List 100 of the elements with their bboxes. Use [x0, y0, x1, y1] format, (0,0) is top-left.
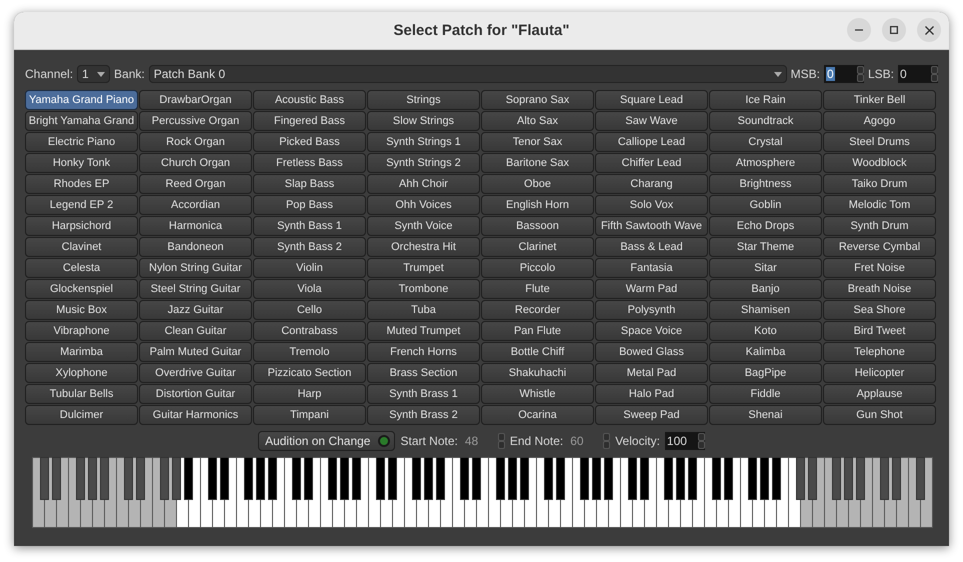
patch-button[interactable]: Shenai — [709, 405, 822, 425]
patch-button[interactable]: Bassoon — [481, 216, 594, 236]
patch-button[interactable]: Synth Brass 2 — [367, 405, 480, 425]
patch-button[interactable]: Saw Wave — [595, 111, 708, 131]
patch-button[interactable]: Polysynth — [595, 300, 708, 320]
patch-button[interactable]: Harmonica — [139, 216, 252, 236]
patch-button[interactable]: Picked Bass — [253, 132, 366, 152]
piano-keyboard-drawing[interactable] — [32, 457, 933, 528]
patch-button[interactable]: Rhodes EP — [25, 174, 138, 194]
patch-button[interactable]: Reed Organ — [139, 174, 252, 194]
patch-button[interactable]: Vibraphone — [25, 321, 138, 341]
patch-button[interactable]: Shakuhachi — [481, 363, 594, 383]
patch-button[interactable]: Breath Noise — [823, 279, 936, 299]
patch-button[interactable]: Legend EP 2 — [25, 195, 138, 215]
maximize-button[interactable] — [882, 18, 906, 42]
patch-button[interactable]: Guitar Harmonics — [139, 405, 252, 425]
patch-button[interactable]: Contrabass — [253, 321, 366, 341]
patch-button[interactable]: Fiddle — [709, 384, 822, 404]
patch-button[interactable]: Viola — [253, 279, 366, 299]
patch-button[interactable]: Agogo — [823, 111, 936, 131]
patch-button[interactable]: Clean Guitar — [139, 321, 252, 341]
patch-button[interactable]: Sea Shore — [823, 300, 936, 320]
patch-button[interactable]: Strings — [367, 90, 480, 110]
patch-button[interactable]: Pizzicato Section — [253, 363, 366, 383]
patch-button[interactable]: Bird Tweet — [823, 321, 936, 341]
patch-button[interactable]: Charang — [595, 174, 708, 194]
patch-button[interactable]: Distortion Guitar — [139, 384, 252, 404]
patch-button[interactable]: Violin — [253, 258, 366, 278]
patch-button[interactable]: Star Theme — [709, 237, 822, 257]
patch-button[interactable]: Music Box — [25, 300, 138, 320]
patch-button[interactable]: Synth Bass 1 — [253, 216, 366, 236]
patch-button[interactable]: Church Organ — [139, 153, 252, 173]
audition-toggle[interactable]: Audition on Change — [258, 431, 396, 451]
patch-button[interactable]: Space Voice — [595, 321, 708, 341]
patch-button[interactable]: Cello — [253, 300, 366, 320]
patch-button[interactable]: Bright Yamaha Grand — [25, 111, 138, 131]
patch-button[interactable]: Ocarina — [481, 405, 594, 425]
patch-button[interactable]: Chiffer Lead — [595, 153, 708, 173]
end-note-field[interactable]: 60 — [568, 432, 610, 450]
patch-button[interactable]: Nylon String Guitar — [139, 258, 252, 278]
patch-button[interactable]: Kalimba — [709, 342, 822, 362]
patch-button[interactable]: Harpsichord — [25, 216, 138, 236]
patch-button[interactable]: Honky Tonk — [25, 153, 138, 173]
patch-button[interactable]: Square Lead — [595, 90, 708, 110]
patch-button[interactable]: Fret Noise — [823, 258, 936, 278]
patch-button[interactable]: Warm Pad — [595, 279, 708, 299]
lsb-field[interactable]: 0 — [898, 65, 938, 83]
patch-button[interactable]: Halo Pad — [595, 384, 708, 404]
patch-button[interactable]: Rock Organ — [139, 132, 252, 152]
patch-button[interactable]: Recorder — [481, 300, 594, 320]
patch-button[interactable]: Synth Bass 2 — [253, 237, 366, 257]
patch-button[interactable]: Pan Flute — [481, 321, 594, 341]
patch-button[interactable]: Piccolo — [481, 258, 594, 278]
patch-button[interactable]: Pop Bass — [253, 195, 366, 215]
patch-button[interactable]: Ohh Voices — [367, 195, 480, 215]
patch-button[interactable]: Gun Shot — [823, 405, 936, 425]
patch-button[interactable]: Slap Bass — [253, 174, 366, 194]
patch-button[interactable]: Goblin — [709, 195, 822, 215]
patch-button[interactable]: Calliope Lead — [595, 132, 708, 152]
patch-button[interactable]: DrawbarOrgan — [139, 90, 252, 110]
patch-button[interactable]: Steel Drums — [823, 132, 936, 152]
patch-button[interactable]: Trombone — [367, 279, 480, 299]
patch-button[interactable]: Soundtrack — [709, 111, 822, 131]
patch-button[interactable]: Sitar — [709, 258, 822, 278]
patch-button[interactable]: Synth Voice — [367, 216, 480, 236]
patch-button[interactable]: Acoustic Bass — [253, 90, 366, 110]
patch-button[interactable]: Glockenspiel — [25, 279, 138, 299]
patch-button[interactable]: Ice Rain — [709, 90, 822, 110]
patch-button[interactable]: Metal Pad — [595, 363, 708, 383]
patch-button[interactable]: Telephone — [823, 342, 936, 362]
patch-button[interactable]: Soprano Sax — [481, 90, 594, 110]
patch-button[interactable]: Tremolo — [253, 342, 366, 362]
patch-button[interactable]: Clavinet — [25, 237, 138, 257]
patch-button[interactable]: BagPipe — [709, 363, 822, 383]
patch-button[interactable]: Koto — [709, 321, 822, 341]
patch-button[interactable]: Solo Vox — [595, 195, 708, 215]
patch-button[interactable]: Fingered Bass — [253, 111, 366, 131]
patch-button[interactable]: Steel String Guitar — [139, 279, 252, 299]
patch-button[interactable]: Dulcimer — [25, 405, 138, 425]
patch-button[interactable]: Timpani — [253, 405, 366, 425]
patch-button[interactable]: Banjo — [709, 279, 822, 299]
patch-button[interactable]: Bandoneon — [139, 237, 252, 257]
patch-button[interactable]: Bowed Glass — [595, 342, 708, 362]
patch-button[interactable]: Brass Section — [367, 363, 480, 383]
bank-dropdown[interactable]: Patch Bank 0 — [148, 65, 787, 83]
patch-button[interactable]: Fifth Sawtooth Wave — [595, 216, 708, 236]
patch-button[interactable]: Accordian — [139, 195, 252, 215]
patch-button[interactable]: Alto Sax — [481, 111, 594, 131]
channel-dropdown[interactable]: 1 — [77, 65, 110, 83]
patch-button[interactable]: Slow Strings — [367, 111, 480, 131]
patch-button[interactable]: Whistle — [481, 384, 594, 404]
patch-button[interactable]: Synth Strings 1 — [367, 132, 480, 152]
start-note-field[interactable]: 48 — [462, 432, 505, 450]
patch-button[interactable]: Muted Trumpet — [367, 321, 480, 341]
patch-button[interactable]: Applause — [823, 384, 936, 404]
patch-button[interactable]: Clarinet — [481, 237, 594, 257]
patch-button[interactable]: Brightness — [709, 174, 822, 194]
msb-field[interactable]: 0 — [824, 65, 864, 83]
patch-button[interactable]: Flute — [481, 279, 594, 299]
patch-button[interactable]: Electric Piano — [25, 132, 138, 152]
